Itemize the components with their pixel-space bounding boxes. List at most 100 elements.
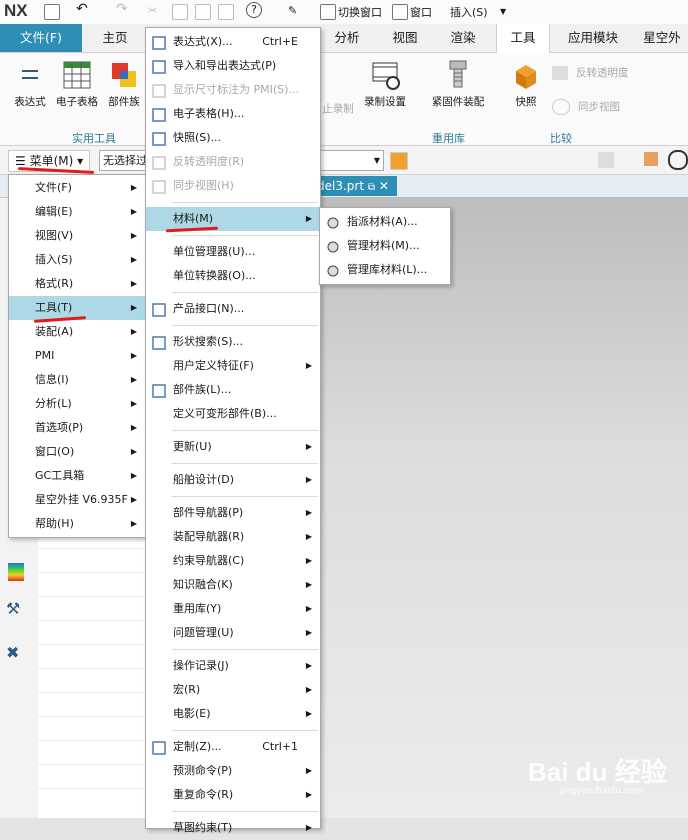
fastener-assembly-button[interactable]: 紧固件装配 (428, 59, 488, 109)
main-menu-item[interactable]: GC工具箱 ▶ (9, 464, 145, 488)
tools-icon[interactable]: ✖ (6, 643, 19, 662)
expression-icon (14, 59, 46, 91)
material-menu-item[interactable]: 管理库材料(L)... (320, 258, 450, 282)
tools-menu-item[interactable]: 船舶设计(D) ▶ (146, 468, 320, 492)
stop-record-button[interactable]: 止录制 (318, 101, 358, 116)
select-filter-icon[interactable] (390, 152, 408, 170)
shaded-icon[interactable] (644, 152, 658, 166)
menu-item-label: 同步视图(H) (173, 179, 234, 192)
main-menu-item[interactable]: 编辑(E) ▶ (9, 200, 145, 224)
material-menu-item[interactable]: 指派材料(A)... (320, 210, 450, 234)
tools-menu-item[interactable]: 预测命令(P) ▶ (146, 759, 320, 783)
snapshot-button[interactable]: 快照 (506, 59, 546, 109)
tools-menu-item[interactable]: 部件族(L)... (146, 378, 320, 402)
tools-menu-item[interactable]: 操作记录(J) ▶ (146, 654, 320, 678)
material-submenu: 指派材料(A)... 管理材料(M)... 管理库材料(L)... (319, 207, 451, 285)
tools-menu-item[interactable]: 重复命令(R) ▶ (146, 783, 320, 807)
customize-dropdown-icon[interactable]: ▼ (500, 7, 506, 16)
main-menu-item[interactable]: 窗口(O) ▶ (9, 440, 145, 464)
part-family-icon (108, 59, 140, 91)
window-button[interactable]: 窗口 (410, 4, 432, 20)
nav-divider (38, 716, 146, 717)
tools-menu-item[interactable]: 部件导航器(P) ▶ (146, 501, 320, 525)
touch-mode-icon[interactable]: ✎ (288, 4, 297, 17)
tools-menu-item[interactable]: 单位转换器(O)... (146, 264, 320, 288)
tools-menu-item[interactable]: 用户定义特征(F) ▶ (146, 354, 320, 378)
close-icon[interactable]: ✕ (379, 179, 389, 193)
help-icon[interactable]: ? (246, 2, 262, 18)
main-menu-item[interactable]: 装配(A) ▶ (9, 320, 145, 344)
sync-view-button[interactable]: 同步视图 (552, 99, 642, 115)
ribbon-panel: 表达式 电子表格 部件族 实用工具 止录制 录制设置 紧固件装配 重用库 快照 … (0, 53, 688, 146)
tab-home[interactable]: 主页 (88, 24, 142, 52)
main-menu-item[interactable]: 首选项(P) ▶ (9, 416, 145, 440)
tools-menu-item[interactable]: 电影(E) ▶ (146, 702, 320, 726)
group-reuse-label: 重用库 (432, 132, 465, 145)
main-menu-item[interactable]: PMI ▶ (9, 344, 145, 368)
tab-application[interactable]: 应用模块 (556, 24, 630, 52)
record-settings-button[interactable]: 录制设置 (360, 59, 410, 109)
switch-window-button[interactable]: 切换窗口 (338, 4, 382, 20)
menu-item-label: 更新(U) (173, 440, 212, 453)
tools-menu-item[interactable]: 草图约束(T) ▶ (146, 816, 320, 840)
palette-icon[interactable] (8, 563, 24, 581)
tab-analysis[interactable]: 分析 (320, 24, 374, 52)
main-menu-item[interactable]: 帮助(H) ▶ (9, 512, 145, 536)
submenu-arrow-icon: ▶ (130, 519, 137, 528)
tools-menu-item[interactable]: 导入和导出表达式(P) (146, 54, 320, 78)
tools-menu-item[interactable]: 快照(S)... (146, 126, 320, 150)
main-menu-item[interactable]: 插入(S) ▶ (9, 248, 145, 272)
view-cube-icon[interactable] (598, 152, 614, 168)
tools-menu-item[interactable]: 单位管理器(U)... (146, 240, 320, 264)
main-menu-item[interactable]: 视图(V) ▶ (9, 224, 145, 248)
submenu-arrow-icon: ▶ (305, 442, 312, 451)
insert-button[interactable]: 插入(S) (450, 4, 488, 20)
spreadsheet-button[interactable]: 电子表格 (54, 59, 100, 109)
tab-pin-icon[interactable]: ⧉ (368, 182, 375, 193)
reverse-transparency-button[interactable]: 反转透明度 (552, 65, 642, 80)
part-family-button[interactable]: 部件族 (104, 59, 144, 109)
redo-icon[interactable]: ↷ (116, 1, 128, 17)
tools-menu-item[interactable]: 更新(U) ▶ (146, 435, 320, 459)
snap-point-icon[interactable] (668, 150, 688, 170)
tools-menu-item[interactable]: 产品接口(N)... (146, 297, 320, 321)
nav-divider (38, 764, 146, 765)
tab-xingkong[interactable]: 星空外 (636, 24, 688, 52)
role-icon[interactable]: ⚒ (6, 599, 20, 618)
material-menu-item[interactable]: 管理材料(M)... (320, 234, 450, 258)
cut-icon[interactable]: ✂ (148, 4, 157, 17)
tools-menu-item[interactable]: 电子表格(H)... (146, 102, 320, 126)
menu-item-label: 部件族(L)... (173, 383, 232, 396)
tab-render[interactable]: 渲染 (436, 24, 490, 52)
repeat-icon[interactable] (218, 4, 234, 20)
tools-menu-item[interactable]: 问题管理(U) ▶ (146, 621, 320, 645)
main-menu-item[interactable]: 分析(L) ▶ (9, 392, 145, 416)
tools-menu-item[interactable]: 宏(R) ▶ (146, 678, 320, 702)
expression-button[interactable]: 表达式 (8, 59, 52, 109)
tools-menu-item[interactable]: 形状搜索(S)... (146, 330, 320, 354)
tools-menu-item[interactable]: 约束导航器(C) ▶ (146, 549, 320, 573)
tools-menu-item[interactable]: 材料(M) ▶ (146, 207, 320, 231)
snapshot-label: 快照 (515, 96, 537, 108)
tools-menu-item[interactable]: 表达式(X)... Ctrl+E (146, 30, 320, 54)
main-menu-item[interactable]: 文件(F) ▶ (9, 176, 145, 200)
tab-file[interactable]: 文件(F) (0, 24, 82, 52)
tools-menu-item[interactable]: 装配导航器(R) ▶ (146, 525, 320, 549)
tools-menu-item[interactable]: 重用库(Y) ▶ (146, 597, 320, 621)
main-menu-item[interactable]: 信息(I) ▶ (9, 368, 145, 392)
document-tab[interactable]: del3.prt ⧉ ✕ (309, 176, 397, 196)
graphics-window[interactable] (320, 197, 688, 818)
submenu-arrow-icon: ▶ (305, 556, 312, 565)
tab-view[interactable]: 视图 (378, 24, 432, 52)
save-icon[interactable] (44, 4, 60, 20)
tools-menu-item[interactable]: 定制(Z)... Ctrl+1 (146, 735, 320, 759)
copy-icon[interactable] (172, 4, 188, 20)
paste-icon[interactable] (195, 4, 211, 20)
submenu-arrow-icon: ▶ (305, 532, 312, 541)
tab-tools[interactable]: 工具 (496, 24, 550, 53)
undo-icon[interactable]: ↶ (76, 1, 88, 17)
tools-menu-item[interactable]: 定义可变形部件(B)... (146, 402, 320, 426)
main-menu-item[interactable]: 星空外挂 V6.935F ▶ (9, 488, 145, 512)
tools-menu-item[interactable]: 知识融合(K) ▶ (146, 573, 320, 597)
main-menu-item[interactable]: 格式(R) ▶ (9, 272, 145, 296)
